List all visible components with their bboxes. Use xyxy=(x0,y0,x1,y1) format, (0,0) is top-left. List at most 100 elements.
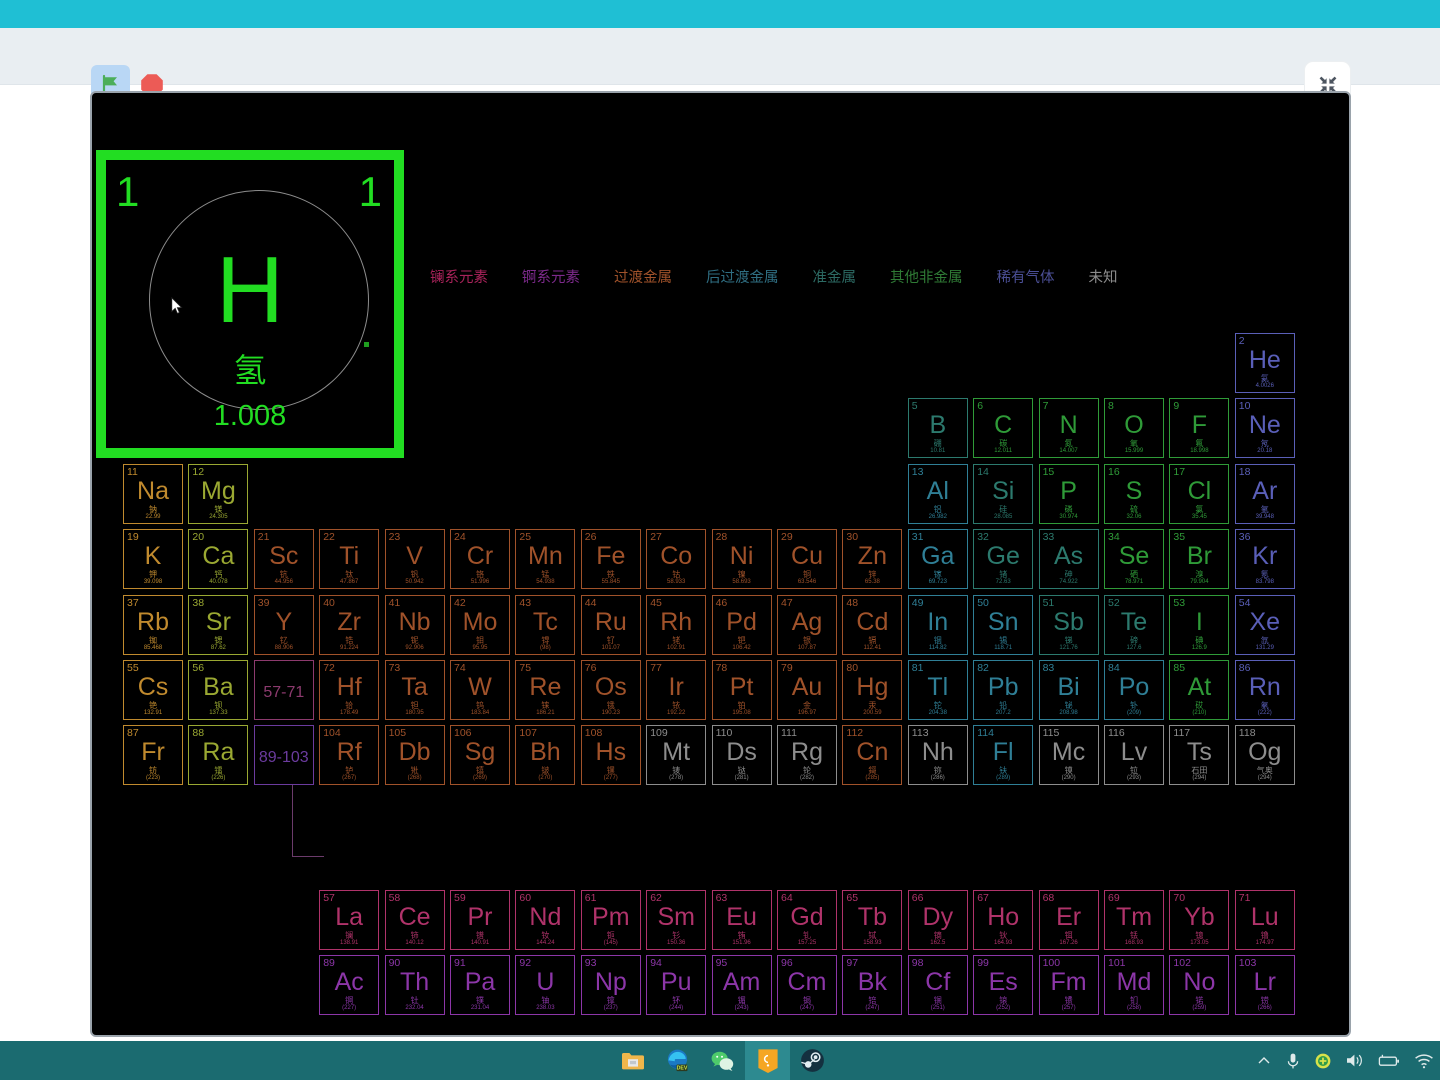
element-cell[interactable]: 14 Si 硅 28.085 xyxy=(973,463,1034,524)
element-cell[interactable]: 15 P 磷 30.974 xyxy=(1038,463,1099,524)
update-icon[interactable] xyxy=(1314,1052,1332,1070)
element-cell[interactable]: 22 Ti 钛 47.867 xyxy=(319,529,380,590)
element-cell[interactable]: 36 Kr 氪 83.798 xyxy=(1234,529,1295,590)
element-range-cell[interactable]: 57-71 xyxy=(253,660,314,720)
element-cell[interactable]: 16 S 硫 32.06 xyxy=(1104,463,1164,524)
element-cell[interactable]: 54 Xe 氙 131.29 xyxy=(1234,594,1295,655)
element-cell[interactable]: 96 Cm 锔 (247) xyxy=(777,955,837,1016)
element-cell[interactable]: 40 Zr 锆 91.224 xyxy=(319,594,380,655)
element-cell[interactable]: 113 Nh 鿭 (286) xyxy=(907,725,968,786)
element-cell[interactable]: 27 Co 钴 58.933 xyxy=(646,529,707,590)
element-cell[interactable]: 44 Ru 钌 101.07 xyxy=(580,594,641,655)
element-cell[interactable]: 80 Hg 汞 200.59 xyxy=(842,660,903,720)
element-cell[interactable]: 60 Nd 钕 144.24 xyxy=(515,889,576,950)
element-cell[interactable]: 12 Mg 镁 24.305 xyxy=(188,463,249,524)
element-cell[interactable]: 26 Fe 铁 55.845 xyxy=(580,529,641,590)
element-cell[interactable]: 102 No 锘 (259) xyxy=(1169,955,1230,1016)
element-cell[interactable]: 85 At 砹 (210) xyxy=(1169,660,1230,720)
element-cell[interactable]: 13 Al 铝 26.982 xyxy=(907,463,968,524)
element-cell[interactable]: 56 Ba 钡 137.33 xyxy=(188,660,249,720)
element-cell[interactable]: 5 B 硼 10.81 xyxy=(907,398,968,459)
element-cell[interactable]: 76 Os 锇 190.23 xyxy=(580,660,641,720)
element-cell[interactable]: 66 Dy 镝 162.5 xyxy=(907,889,968,950)
element-cell[interactable]: 45 Rh 铑 102.91 xyxy=(646,594,707,655)
element-cell[interactable]: 61 Pm 钷 (145) xyxy=(580,889,641,950)
element-cell[interactable]: 9 F 氟 18.998 xyxy=(1169,398,1230,459)
element-cell[interactable]: 35 Br 溴 79.904 xyxy=(1169,529,1230,590)
element-cell[interactable]: 99 Es 锿 (252) xyxy=(973,955,1034,1016)
element-cell[interactable]: 112 Cn 鎶 (285) xyxy=(842,725,903,786)
element-cell[interactable]: 59 Pr 镨 140.91 xyxy=(450,889,510,950)
element-cell[interactable]: 20 Ca 钙 40.078 xyxy=(188,529,249,590)
element-cell[interactable]: 89 Ac 锕 (227) xyxy=(319,955,380,1016)
element-cell[interactable]: 110 Ds 𫟼 (281) xyxy=(711,725,772,786)
element-cell[interactable]: 73 Ta 钽 180.95 xyxy=(384,660,445,720)
element-cell[interactable]: 105 Db 𬭊 (268) xyxy=(384,725,445,786)
element-cell[interactable]: 48 Cd 镉 112.41 xyxy=(842,594,903,655)
scratch-stage[interactable]: 镧系元素锕系元素过渡金属后过渡金属准金属其他非金属稀有气体未知 1H氢1.008… xyxy=(90,91,1351,1037)
element-cell[interactable]: 115 Mc 镆 (290) xyxy=(1038,725,1099,786)
element-cell[interactable]: 43 Tc 锝 (98) xyxy=(515,594,576,655)
element-cell[interactable]: 95 Am 镅 (243) xyxy=(711,955,772,1016)
element-cell[interactable]: 29 Cu 铜 63.546 xyxy=(777,529,837,590)
element-cell[interactable]: 106 Sg 𬭳 (269) xyxy=(450,725,510,786)
element-cell[interactable]: 91 Pa 镤 231.04 xyxy=(450,955,510,1016)
element-cell[interactable]: 31 Ga 镓 69.723 xyxy=(907,529,968,590)
element-cell[interactable]: 30 Zn 锌 65.38 xyxy=(842,529,903,590)
element-cell[interactable]: 19 K 钾 39.098 xyxy=(123,529,183,590)
element-cell[interactable]: 53 I 碘 126.9 xyxy=(1169,594,1230,655)
taskbar-item-wechat[interactable] xyxy=(700,1041,745,1080)
element-cell[interactable]: 100 Fm 镄 (257) xyxy=(1038,955,1099,1016)
wifi-icon[interactable] xyxy=(1414,1053,1434,1069)
element-cell[interactable]: 87 Fr 钫 (223) xyxy=(123,725,183,786)
element-cell[interactable]: 7 N 氮 14.007 xyxy=(1038,398,1099,459)
element-cell[interactable]: 63 Eu 铕 151.96 xyxy=(711,889,772,950)
element-cell[interactable]: 37 Rb 铷 85.468 xyxy=(123,594,183,655)
element-cell[interactable]: 65 Tb 铽 158.93 xyxy=(842,889,903,950)
taskbar-item-scratch-editor[interactable] xyxy=(745,1041,790,1080)
element-cell[interactable]: 104 Rf 𬬻 (267) xyxy=(319,725,380,786)
element-cell[interactable]: 6 C 碳 12.011 xyxy=(973,398,1034,459)
element-cell[interactable]: 11 Na 钠 22.99 xyxy=(123,463,183,524)
element-cell[interactable]: 62 Sm 钐 150.36 xyxy=(646,889,707,950)
element-cell[interactable]: 109 Mt 鿏 (278) xyxy=(646,725,707,786)
element-cell[interactable]: 88 Ra 镭 (226) xyxy=(188,725,249,786)
element-cell[interactable]: 77 Ir 铱 192.22 xyxy=(646,660,707,720)
element-cell[interactable]: 8 O 氧 15.999 xyxy=(1104,398,1164,459)
element-cell[interactable]: 70 Yb 镱 173.05 xyxy=(1169,889,1230,950)
element-cell[interactable]: 64 Gd 钆 157.25 xyxy=(777,889,837,950)
volume-icon[interactable] xyxy=(1345,1052,1364,1069)
element-cell[interactable]: 75 Re 铼 186.21 xyxy=(515,660,576,720)
element-cell[interactable]: 97 Bk 锫 (247) xyxy=(842,955,903,1016)
microphone-icon[interactable] xyxy=(1285,1052,1301,1070)
element-cell[interactable]: 86 Rn 氡 (222) xyxy=(1234,660,1295,720)
element-cell[interactable]: 90 Th 钍 232.04 xyxy=(384,955,445,1016)
element-cell[interactable]: 69 Tm 铥 168.93 xyxy=(1104,889,1164,950)
element-cell[interactable]: 46 Pd 钯 106.42 xyxy=(711,594,772,655)
element-cell[interactable]: 55 Cs 铯 132.91 xyxy=(123,660,183,720)
element-cell[interactable]: 17 Cl 氯 35.45 xyxy=(1169,463,1230,524)
element-cell[interactable]: 49 In 铟 114.82 xyxy=(907,594,968,655)
element-cell[interactable]: 2 He 氦 4.0026 xyxy=(1234,333,1295,393)
element-cell[interactable]: 84 Po 钋 (209) xyxy=(1104,660,1164,720)
element-cell[interactable]: 25 Mn 锰 54.938 xyxy=(515,529,576,590)
element-cell[interactable]: 117 Ts 石田 (294) xyxy=(1169,725,1230,786)
element-cell[interactable]: 116 Lv 𫟷 (293) xyxy=(1104,725,1164,786)
element-cell[interactable]: 42 Mo 钼 95.95 xyxy=(450,594,510,655)
element-cell[interactable]: 79 Au 金 196.97 xyxy=(777,660,837,720)
taskbar-item-steam[interactable] xyxy=(790,1041,835,1080)
element-cell[interactable]: 51 Sb 锑 121.76 xyxy=(1038,594,1099,655)
element-cell[interactable]: 74 W 钨 183.84 xyxy=(450,660,510,720)
element-cell[interactable]: 72 Hf 铪 178.49 xyxy=(319,660,380,720)
element-cell[interactable]: 21 Sc 钪 44.956 xyxy=(253,529,314,590)
show-hidden-icons-button[interactable] xyxy=(1256,1053,1272,1069)
element-cell[interactable]: 93 Np 镎 (237) xyxy=(580,955,641,1016)
element-cell[interactable]: 82 Pb 铅 207.2 xyxy=(973,660,1034,720)
taskbar-item-file-explorer[interactable] xyxy=(610,1041,655,1080)
element-cell[interactable]: 18 Ar 氩 39.948 xyxy=(1234,463,1295,524)
taskbar-item-edge-dev[interactable]: DEV xyxy=(655,1041,700,1080)
element-cell[interactable]: 114 Fl 𫓧 (289) xyxy=(973,725,1034,786)
element-cell[interactable]: 52 Te 碲 127.6 xyxy=(1104,594,1164,655)
element-cell[interactable]: 32 Ge 锗 72.63 xyxy=(973,529,1034,590)
element-cell[interactable]: 57 La 镧 138.91 xyxy=(319,889,380,950)
